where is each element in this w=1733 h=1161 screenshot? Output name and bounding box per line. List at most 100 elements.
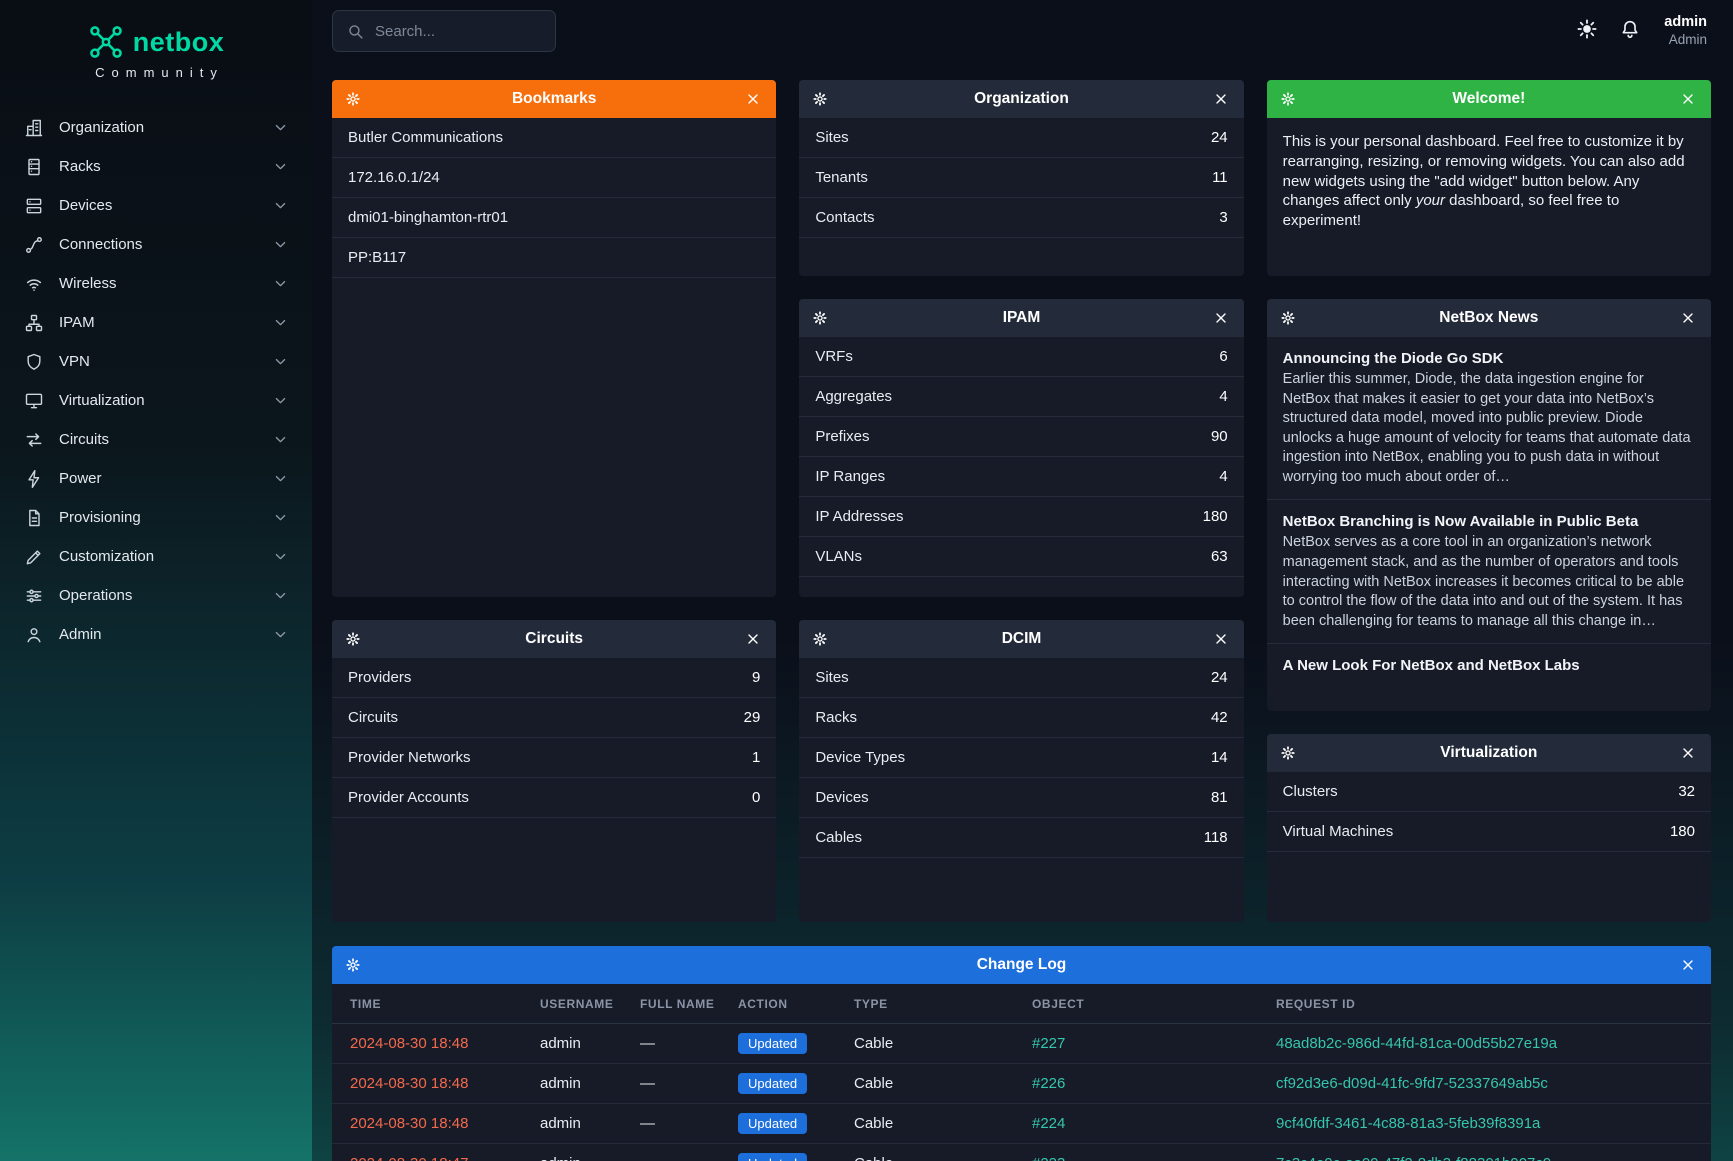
- bookmark-item[interactable]: dmi01-binghamton-rtr01: [332, 198, 776, 238]
- widget-close-button[interactable]: [1209, 626, 1235, 652]
- changelog-type: Cable: [854, 1155, 1032, 1161]
- widget-config-button[interactable]: [808, 305, 834, 331]
- bell-icon: [1619, 18, 1641, 40]
- widget-close-button[interactable]: [741, 86, 767, 112]
- wireless-icon: [24, 274, 44, 294]
- news-article-link[interactable]: A New Look For NetBox and NetBox Labs: [1283, 657, 1695, 674]
- changelog-type: Cable: [854, 1075, 1032, 1092]
- notifications-button[interactable]: [1617, 18, 1643, 44]
- changelog-username: admin: [540, 1075, 640, 1092]
- stat-label-link[interactable]: VLANs: [815, 548, 862, 565]
- widget-config-button[interactable]: [808, 626, 834, 652]
- sidebar-item-operations[interactable]: Operations: [0, 576, 312, 615]
- bookmark-item[interactable]: PP:B117: [332, 238, 776, 278]
- chevron-down-icon: [273, 237, 288, 252]
- sidebar-item-provisioning[interactable]: Provisioning: [0, 498, 312, 537]
- stat-label-link[interactable]: Contacts: [815, 209, 874, 226]
- stat-label-link[interactable]: Circuits: [348, 709, 398, 726]
- stat-label-link[interactable]: Provider Accounts: [348, 789, 469, 806]
- widget-config-button[interactable]: [341, 86, 367, 112]
- dashboard-column-3: Welcome! This is your personal dashboard…: [1267, 80, 1711, 922]
- news-article-link[interactable]: Announcing the Diode Go SDK: [1283, 350, 1695, 367]
- stat-value: 6: [1219, 348, 1227, 365]
- changelog-object-link[interactable]: #223: [1032, 1155, 1276, 1161]
- widget-close-button[interactable]: [1676, 86, 1702, 112]
- user-menu[interactable]: admin Admin: [1664, 14, 1707, 48]
- changelog-type: Cable: [854, 1035, 1032, 1052]
- widget-config-button[interactable]: [1276, 305, 1302, 331]
- widget-title: Organization: [834, 90, 1208, 108]
- news-article-link[interactable]: NetBox Branching is Now Available in Pub…: [1283, 513, 1695, 530]
- stat-label-link[interactable]: Devices: [815, 789, 868, 806]
- search-box[interactable]: [332, 10, 556, 52]
- stat-value: 180: [1203, 508, 1228, 525]
- changelog-time-link[interactable]: 2024-08-30 18:47: [350, 1155, 540, 1161]
- changelog-column-header: ACTION: [738, 997, 854, 1011]
- stat-label-link[interactable]: Cables: [815, 829, 862, 846]
- changelog-request-link[interactable]: cf92d3e6-d09d-41fc-9fd7-52337649ab5c: [1276, 1075, 1693, 1092]
- stat-label-link[interactable]: Device Types: [815, 749, 905, 766]
- stat-value: 11: [1212, 169, 1228, 186]
- changelog-object-link[interactable]: #226: [1032, 1075, 1276, 1092]
- changelog-object-link[interactable]: #224: [1032, 1115, 1276, 1132]
- changelog-request-link[interactable]: 48ad8b2c-986d-44fd-81ca-00d55b27e19a: [1276, 1035, 1693, 1052]
- sidebar-item-racks[interactable]: Racks: [0, 147, 312, 186]
- stat-label-link[interactable]: Tenants: [815, 169, 868, 186]
- sidebar-item-admin[interactable]: Admin: [0, 615, 312, 654]
- widget-close-button[interactable]: [1676, 952, 1702, 978]
- sidebar-item-connections[interactable]: Connections: [0, 225, 312, 264]
- widget-close-button[interactable]: [1676, 740, 1702, 766]
- stat-value: 9: [752, 669, 760, 686]
- changelog-time-link[interactable]: 2024-08-30 18:48: [350, 1035, 540, 1052]
- stat-label-link[interactable]: Providers: [348, 669, 411, 686]
- close-icon: [745, 91, 761, 107]
- changelog-request-link[interactable]: 7c3c4e9c-aa09-47f2-8db3-f88301b907c9: [1276, 1155, 1693, 1161]
- sidebar-item-devices[interactable]: Devices: [0, 186, 312, 225]
- widget-close-button[interactable]: [741, 626, 767, 652]
- stat-label-link[interactable]: IP Addresses: [815, 508, 903, 525]
- sidebar-item-power[interactable]: Power: [0, 459, 312, 498]
- dcim-widget-header: DCIM: [799, 620, 1243, 658]
- sidebar-item-wireless[interactable]: Wireless: [0, 264, 312, 303]
- sidebar-item-vpn[interactable]: VPN: [0, 342, 312, 381]
- widget-config-button[interactable]: [808, 86, 834, 112]
- changelog-time-link[interactable]: 2024-08-30 18:48: [350, 1075, 540, 1092]
- sidebar-item-organization[interactable]: Organization: [0, 108, 312, 147]
- changelog-object-link[interactable]: #227: [1032, 1035, 1276, 1052]
- sidebar-item-ipam[interactable]: IPAM: [0, 303, 312, 342]
- stat-label-link[interactable]: Virtual Machines: [1283, 823, 1394, 840]
- changelog-time-link[interactable]: 2024-08-30 18:48: [350, 1115, 540, 1132]
- stat-label-link[interactable]: Sites: [815, 669, 848, 686]
- stat-value: 3: [1219, 209, 1227, 226]
- logo-block[interactable]: netbox Community: [0, 14, 312, 102]
- stat-label-link[interactable]: Provider Networks: [348, 749, 471, 766]
- widget-close-button[interactable]: [1209, 305, 1235, 331]
- changelog-request-link[interactable]: 9cf40fdf-3461-4c88-81a3-5feb39f8391a: [1276, 1115, 1693, 1132]
- theme-toggle-button[interactable]: [1574, 18, 1600, 44]
- stat-label-link[interactable]: Aggregates: [815, 388, 892, 405]
- bookmark-item[interactable]: 172.16.0.1/24: [332, 158, 776, 198]
- stat-row: Sites 24: [799, 118, 1243, 158]
- stat-label-link[interactable]: Clusters: [1283, 783, 1338, 800]
- chevron-down-icon: [273, 432, 288, 447]
- sidebar-item-virtualization[interactable]: Virtualization: [0, 381, 312, 420]
- widget-close-button[interactable]: [1209, 86, 1235, 112]
- stat-label-link[interactable]: Prefixes: [815, 428, 869, 445]
- widget-config-button[interactable]: [341, 952, 367, 978]
- stat-row: Cables 118: [799, 818, 1243, 858]
- widget-config-button[interactable]: [341, 626, 367, 652]
- widget-config-button[interactable]: [1276, 740, 1302, 766]
- changelog-rows: 2024-08-30 18:48 admin — Updated Cable #…: [332, 1024, 1711, 1161]
- widget-close-button[interactable]: [1676, 305, 1702, 331]
- widget-config-button[interactable]: [1276, 86, 1302, 112]
- stat-label-link[interactable]: VRFs: [815, 348, 853, 365]
- stat-label-link[interactable]: IP Ranges: [815, 468, 885, 485]
- sidebar-item-customization[interactable]: Customization: [0, 537, 312, 576]
- operations-icon: [24, 586, 44, 606]
- stat-label-link[interactable]: Sites: [815, 129, 848, 146]
- bookmark-item[interactable]: Butler Communications: [332, 118, 776, 158]
- widget-title: DCIM: [834, 630, 1208, 648]
- search-input[interactable]: [375, 23, 541, 40]
- stat-label-link[interactable]: Racks: [815, 709, 857, 726]
- sidebar-item-circuits[interactable]: Circuits: [0, 420, 312, 459]
